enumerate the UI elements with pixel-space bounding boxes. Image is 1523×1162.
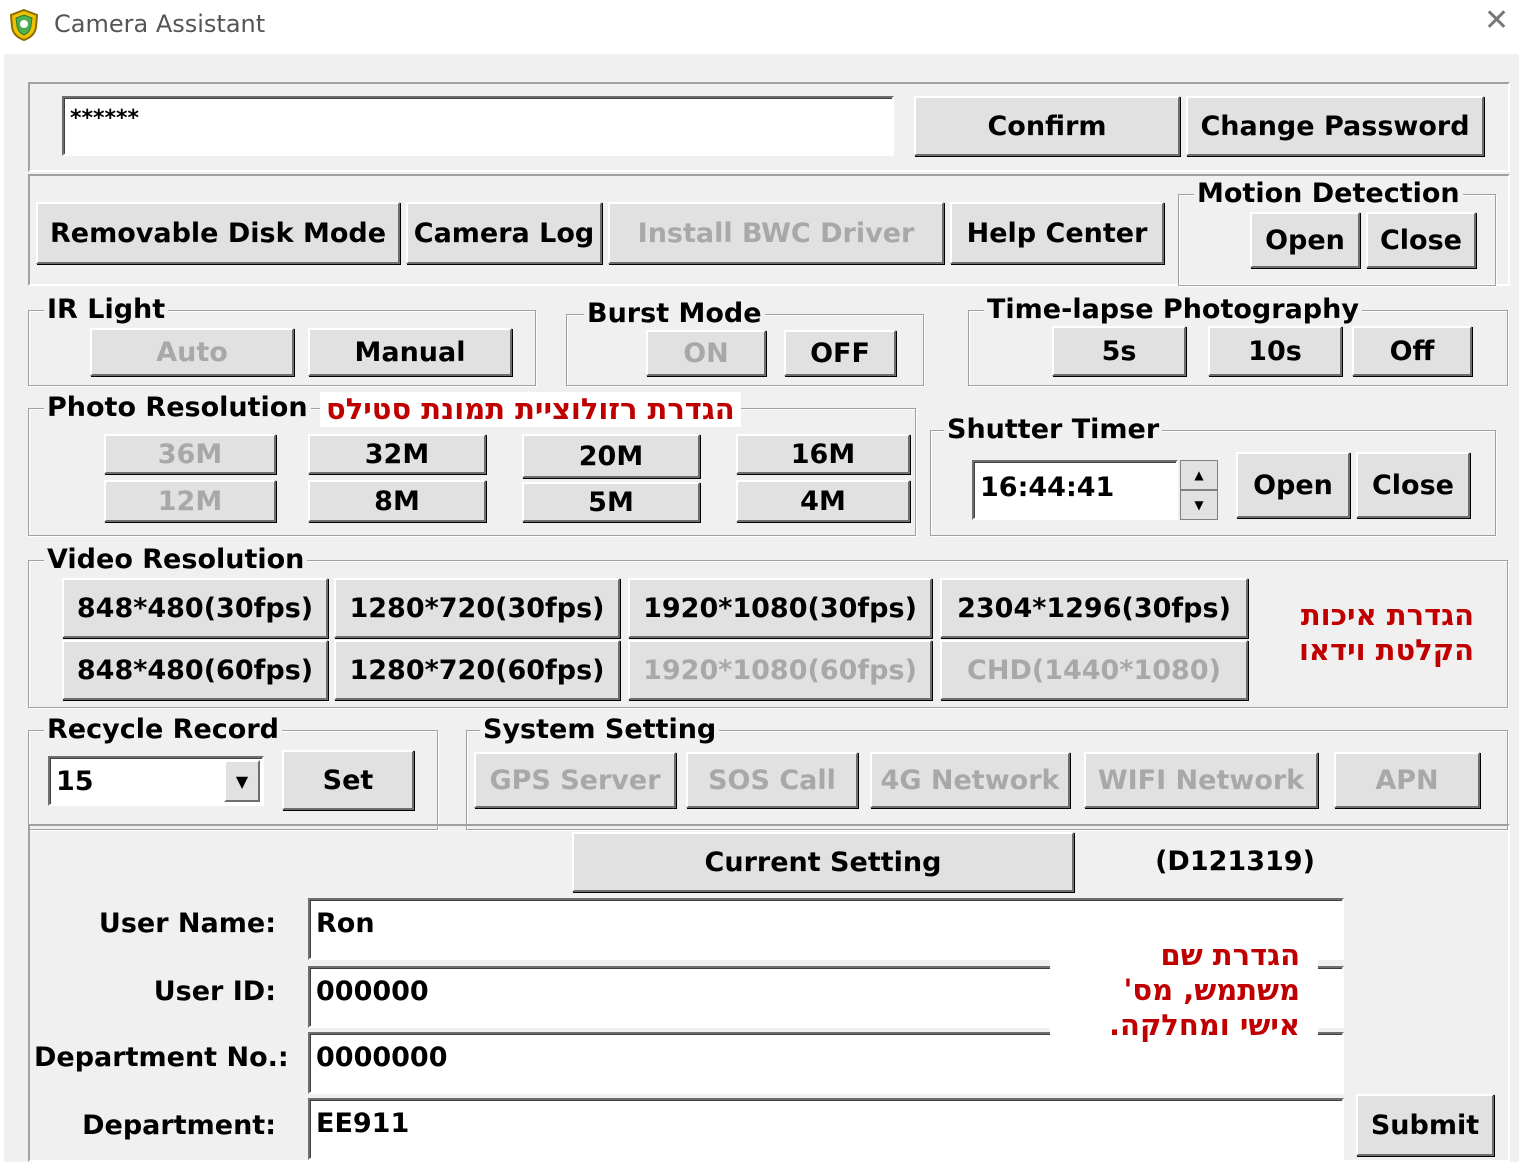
window-title: Camera Assistant bbox=[54, 10, 266, 38]
video-res-2304-30-button[interactable]: 2304*1296(30fps) bbox=[940, 578, 1248, 638]
photo-res-32m-button[interactable]: 32M bbox=[308, 434, 486, 474]
motion-open-button[interactable]: Open bbox=[1250, 212, 1360, 268]
time-lapse-5s-button[interactable]: 5s bbox=[1052, 326, 1186, 376]
photo-res-5m-button[interactable]: 5M bbox=[522, 482, 700, 522]
user-id-label: User ID: bbox=[153, 976, 276, 1007]
confirm-button[interactable]: Confirm bbox=[914, 96, 1180, 156]
ir-light-legend: IR Light bbox=[44, 296, 169, 323]
system-setting-legend: System Setting bbox=[480, 716, 720, 743]
burst-on-button[interactable]: ON bbox=[646, 330, 766, 376]
4g-network-button[interactable]: 4G Network bbox=[870, 752, 1070, 808]
photo-res-4m-button[interactable]: 4M bbox=[736, 480, 910, 522]
ir-auto-button[interactable]: Auto bbox=[90, 328, 294, 376]
video-res-chd-button[interactable]: CHD(1440*1080) bbox=[940, 640, 1248, 700]
gps-server-button[interactable]: GPS Server bbox=[474, 752, 676, 808]
close-icon[interactable]: ✕ bbox=[1484, 6, 1509, 36]
user-annotation-line-3: אישי ומחלקה. bbox=[1109, 1007, 1300, 1042]
shutter-close-button[interactable]: Close bbox=[1356, 452, 1470, 518]
photo-resolution-legend: Photo Resolution bbox=[44, 394, 311, 421]
title-bar: Camera Assistant ✕ bbox=[0, 0, 1523, 52]
department-label: Department: bbox=[82, 1110, 276, 1141]
time-lapse-legend: Time-lapse Photography bbox=[984, 296, 1362, 323]
user-name-label: User Name: bbox=[98, 908, 276, 939]
shutter-open-button[interactable]: Open bbox=[1236, 452, 1350, 518]
department-field[interactable]: EE911 bbox=[308, 1098, 1344, 1160]
user-annotation-line-1: הגדרת שם bbox=[1160, 938, 1300, 972]
video-resolution-legend: Video Resolution bbox=[44, 546, 308, 573]
photo-res-36m-button[interactable]: 36M bbox=[104, 434, 276, 474]
wifi-network-button[interactable]: WIFI Network bbox=[1084, 752, 1318, 808]
spin-up-icon[interactable]: ▲ bbox=[1180, 460, 1218, 490]
video-annotation-line-1: הגדרת איכות bbox=[1300, 598, 1474, 632]
submit-button[interactable]: Submit bbox=[1356, 1094, 1494, 1156]
install-bwc-driver-button[interactable]: Install BWC Driver bbox=[608, 202, 944, 264]
removable-disk-mode-button[interactable]: Removable Disk Mode bbox=[36, 202, 400, 264]
change-password-button[interactable]: Change Password bbox=[1186, 96, 1484, 156]
time-lapse-10s-button[interactable]: 10s bbox=[1208, 326, 1342, 376]
motion-detection-legend: Motion Detection bbox=[1194, 180, 1463, 207]
shutter-time-input[interactable]: 16:44:41 bbox=[972, 460, 1178, 520]
video-res-1920-30-button[interactable]: 1920*1080(30fps) bbox=[628, 578, 932, 638]
apn-button[interactable]: APN bbox=[1334, 752, 1480, 808]
photo-res-16m-button[interactable]: 16M bbox=[736, 434, 910, 474]
video-res-848-60-button[interactable]: 848*480(60fps) bbox=[62, 640, 328, 700]
spin-down-icon[interactable]: ▼ bbox=[1180, 490, 1218, 520]
photo-res-12m-button[interactable]: 12M bbox=[104, 480, 276, 522]
department-no-label: Department No.: bbox=[34, 1042, 289, 1073]
video-res-1280-30-button[interactable]: 1280*720(30fps) bbox=[334, 578, 620, 638]
camera-log-button[interactable]: Camera Log bbox=[406, 202, 602, 264]
recycle-record-value: 15 bbox=[56, 765, 94, 797]
video-res-1280-60-button[interactable]: 1280*720(60fps) bbox=[334, 640, 620, 700]
user-settings-annotation: הגדרת שם משתמש, מס' אישי ומחלקה. bbox=[1050, 936, 1318, 1064]
photo-res-8m-button[interactable]: 8M bbox=[308, 480, 486, 522]
user-annotation-line-2: משתמש, מס' bbox=[1123, 972, 1300, 1007]
photo-resolution-annotation: הגדרת רזולוציית תמונת סטילס bbox=[320, 392, 741, 427]
chevron-down-icon[interactable]: ▼ bbox=[224, 760, 260, 802]
recycle-set-button[interactable]: Set bbox=[282, 750, 414, 810]
video-annotation-line-2: הקלטת וידאו bbox=[1298, 632, 1474, 667]
sos-call-button[interactable]: SOS Call bbox=[686, 752, 858, 808]
device-id-label: (D121319) bbox=[1155, 846, 1315, 877]
help-center-button[interactable]: Help Center bbox=[950, 202, 1164, 264]
burst-off-button[interactable]: OFF bbox=[784, 330, 896, 376]
photo-res-20m-button[interactable]: 20M bbox=[522, 434, 700, 478]
password-input[interactable]: ****** bbox=[62, 96, 894, 156]
ir-manual-button[interactable]: Manual bbox=[308, 328, 512, 376]
recycle-record-legend: Recycle Record bbox=[44, 716, 282, 743]
video-resolution-annotation: הגדרת איכות הקלטת וידאו bbox=[1262, 598, 1474, 668]
shield-icon bbox=[8, 8, 40, 42]
motion-close-button[interactable]: Close bbox=[1366, 212, 1476, 268]
time-lapse-off-button[interactable]: Off bbox=[1352, 326, 1472, 376]
video-res-848-30-button[interactable]: 848*480(30fps) bbox=[62, 578, 328, 638]
burst-mode-legend: Burst Mode bbox=[584, 300, 765, 327]
current-setting-button[interactable]: Current Setting bbox=[572, 832, 1074, 892]
shutter-timer-legend: Shutter Timer bbox=[944, 416, 1163, 443]
video-res-1920-60-button[interactable]: 1920*1080(60fps) bbox=[628, 640, 932, 700]
